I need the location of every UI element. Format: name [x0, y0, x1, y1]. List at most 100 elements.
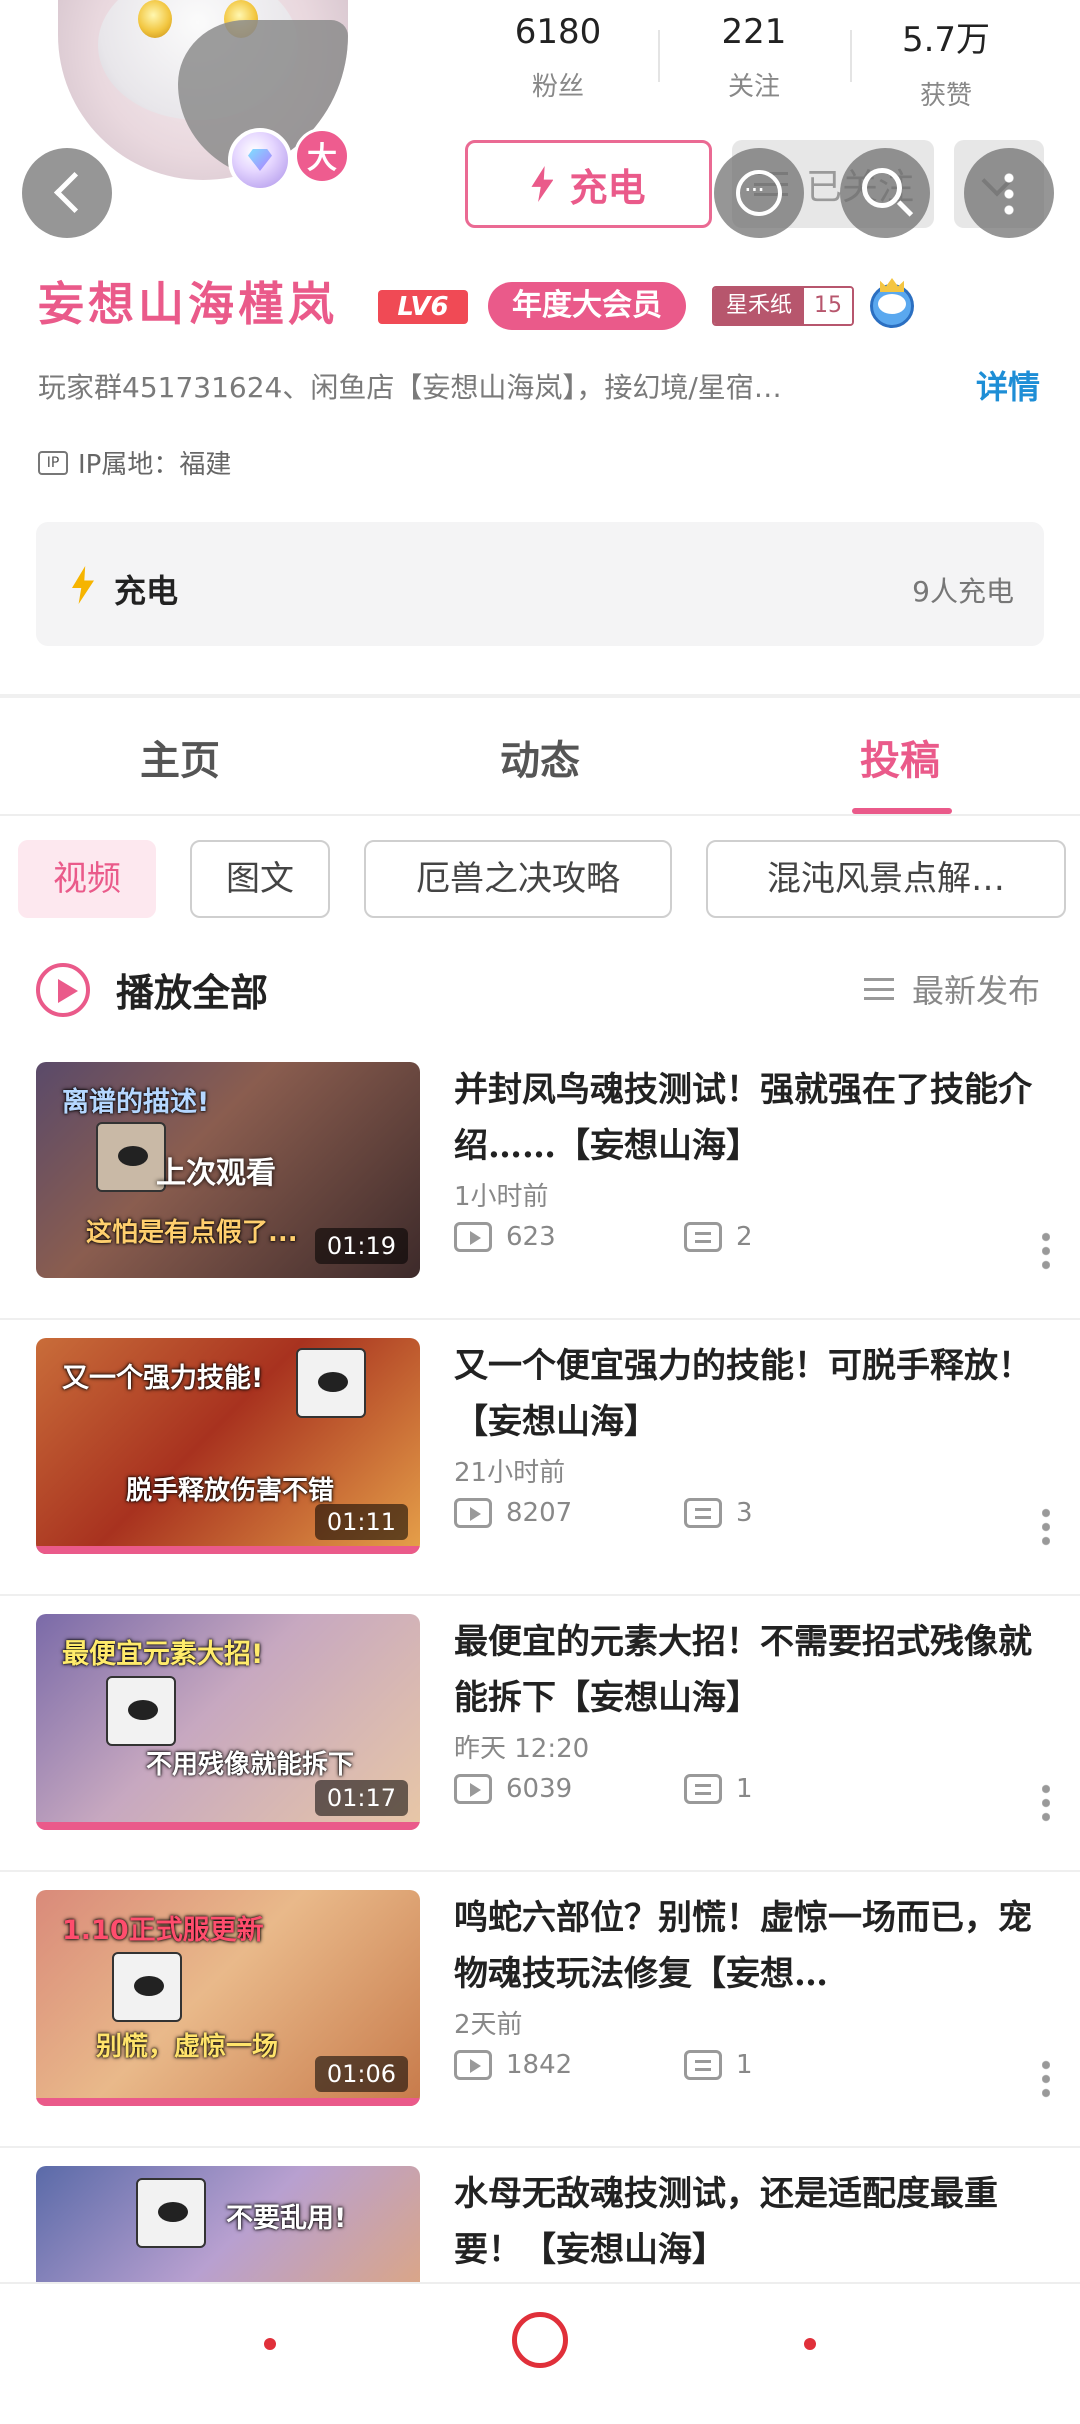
more-vertical-icon[interactable] — [1042, 1230, 1050, 1270]
lightning-icon — [531, 166, 554, 202]
views-icon — [454, 1498, 492, 1528]
video-item[interactable]: 最便宜元素大招! 不用残像就能拆下 01:17 最便宜的元素大招！不需要招式残像… — [0, 1596, 1080, 1872]
thumbnail-caption-top: 1.10正式服更新 — [62, 1915, 264, 1946]
video-date: 昨天 12:20 — [454, 1734, 590, 1764]
charge-count: 9人充电 — [912, 575, 1014, 608]
tab-home[interactable]: 主页 — [80, 728, 280, 786]
stat-fans-value: 6180 — [514, 12, 602, 52]
chip-video[interactable]: 视频 — [18, 840, 156, 918]
comment-count: 1 — [684, 1774, 753, 1804]
view-count: 1842 — [454, 2050, 572, 2080]
video-duration: 01:17 — [314, 1780, 408, 1816]
video-item[interactable]: 1.10正式服更新 别慌，虚惊一场 01:06 鸣蛇六部位？别慌！虚惊一场而已，… — [0, 1872, 1080, 2148]
avatar-eye-left — [138, 0, 172, 38]
thumbnail-meme-face — [136, 2178, 206, 2248]
comment-count-value: 3 — [736, 1498, 753, 1528]
view-count: 623 — [454, 1222, 556, 1252]
video-title[interactable]: 最便宜的元素大招！不需要招式残像就能拆下【妄想山海】 — [454, 1614, 1044, 1726]
nav-recents-button[interactable] — [804, 2338, 816, 2350]
member-badge[interactable]: 年度大会员 — [488, 282, 686, 330]
chip-image-text[interactable]: 图文 — [190, 840, 330, 918]
chat-bubble-icon — [736, 170, 782, 216]
video-title[interactable]: 又一个便宜强力的技能！可脱手释放！【妄想山海】 — [454, 1338, 1044, 1450]
search-button[interactable] — [840, 148, 930, 238]
video-thumbnail[interactable]: 最便宜元素大招! 不用残像就能拆下 01:17 — [36, 1614, 420, 1830]
view-count: 8207 — [454, 1498, 572, 1528]
comments-icon — [684, 2050, 722, 2080]
charge-card[interactable]: 充电 9人充电 — [36, 522, 1044, 646]
thumbnail-caption-top: 不要乱用! — [226, 2203, 347, 2234]
watch-progress-bar — [36, 2098, 420, 2106]
mascot-icon[interactable] — [862, 278, 922, 336]
fan-medal-name: 星禾纸 — [714, 288, 805, 324]
search-icon-handle — [896, 200, 914, 217]
video-duration: 01:19 — [314, 1228, 408, 1264]
more-vertical-icon — [1004, 170, 1014, 216]
play-all-button[interactable]: 播放全部 — [36, 962, 268, 1017]
more-vertical-icon[interactable] — [1042, 1506, 1050, 1546]
back-button[interactable] — [22, 148, 112, 238]
video-item[interactable]: 离谱的描述! 上次观看 这怕是有点假了... 01:19 并封凤鸟魂技测试！强就… — [0, 1044, 1080, 1320]
video-duration: 01:11 — [314, 1504, 408, 1540]
video-title[interactable]: 水母无敌魂技测试，还是适配度最重要！【妄想山海】 — [454, 2166, 1044, 2278]
tab-dynamic[interactable]: 动态 — [440, 728, 640, 786]
video-date: 2天前 — [454, 2010, 523, 2040]
play-all-label: 播放全部 — [116, 971, 269, 1015]
thumbnail-caption-top: 又一个强力技能! — [62, 1363, 264, 1394]
comments-icon — [684, 1222, 722, 1252]
vip-diamond-icon — [228, 128, 292, 192]
thumbnail-meme-face — [106, 1676, 176, 1746]
sort-icon — [863, 978, 894, 1000]
profile-tabs: 主页 动态 投稿 — [0, 698, 1080, 816]
nav-back-button[interactable] — [264, 2338, 276, 2350]
views-icon — [454, 1774, 492, 1804]
more-options-button[interactable] — [964, 148, 1054, 238]
video-duration: 01:06 — [314, 2056, 408, 2092]
video-item[interactable]: 又一个强力技能! 脱手释放伤害不错 01:11 又一个便宜强力的技能！可脱手释放… — [0, 1320, 1080, 1596]
fan-medal[interactable]: 星禾纸 15 — [712, 286, 855, 326]
user-name: 妄想山海槿岚 — [38, 277, 338, 331]
view-count-value: 623 — [506, 1222, 556, 1252]
sort-label: 最新发布 — [911, 972, 1040, 1010]
lightning-icon — [72, 566, 94, 604]
video-title[interactable]: 并封凤鸟魂技测试！强就强在了技能介绍……【妄想山海】 — [454, 1062, 1044, 1174]
more-vertical-icon[interactable] — [1042, 2058, 1050, 2098]
thumbnail-caption-bottom: 不用残像就能拆下 — [146, 1750, 355, 1780]
stat-following-value: 221 — [721, 12, 787, 52]
search-icon — [862, 168, 902, 208]
bio-details-link[interactable]: 详情 — [976, 362, 1040, 408]
stat-following-label: 关注 — [727, 72, 780, 102]
comment-count-value: 1 — [736, 2050, 753, 2080]
charge-button[interactable]: 充电 — [465, 140, 712, 228]
stat-fans[interactable]: 6180 粉丝 — [468, 12, 648, 103]
chip-scenery[interactable]: 混沌风景点解… — [706, 840, 1066, 918]
video-thumbnail[interactable]: 又一个强力技能! 脱手释放伤害不错 01:11 — [36, 1338, 420, 1554]
tab-posts[interactable]: 投稿 — [800, 728, 1000, 786]
video-title[interactable]: 鸣蛇六部位？别慌！虚惊一场而已，宠物魂技玩法修复【妄想… — [454, 1890, 1044, 2002]
view-count: 6039 — [454, 1774, 572, 1804]
stat-following[interactable]: 221 关注 — [664, 12, 844, 103]
video-thumbnail[interactable]: 1.10正式服更新 别慌，虚惊一场 01:06 — [36, 1890, 420, 2106]
sort-button[interactable]: 最新发布 — [863, 966, 1040, 1012]
views-icon — [454, 1222, 492, 1252]
charge-card-title: 充电 — [114, 572, 179, 610]
comments-icon — [684, 1498, 722, 1528]
more-vertical-icon[interactable] — [1042, 1782, 1050, 1822]
message-button[interactable] — [714, 148, 804, 238]
view-count-value: 6039 — [506, 1774, 573, 1804]
fan-medal-level: 15 — [804, 288, 853, 324]
thumbnail-meme-face — [296, 1348, 366, 1418]
thumbnail-caption-bottom: 这怕是有点假了... — [86, 1218, 298, 1248]
comment-count: 2 — [684, 1222, 753, 1252]
chip-guide[interactable]: 厄兽之决攻略 — [364, 840, 672, 918]
mascot-icon-crown — [880, 278, 904, 292]
stat-likes[interactable]: 5.7万 获赞 — [856, 12, 1036, 112]
comment-count-value: 2 — [736, 1222, 753, 1252]
play-circle-icon — [36, 962, 90, 1017]
video-thumbnail[interactable]: 离谱的描述! 上次观看 这怕是有点假了... 01:19 — [36, 1062, 420, 1278]
video-date: 21小时前 — [454, 1458, 566, 1488]
nav-home-button[interactable] — [512, 2312, 568, 2368]
watch-progress-bar — [36, 1822, 420, 1830]
thumbnail-caption-bottom: 脱手释放伤害不错 — [126, 1476, 335, 1506]
active-tab-indicator — [852, 808, 952, 814]
